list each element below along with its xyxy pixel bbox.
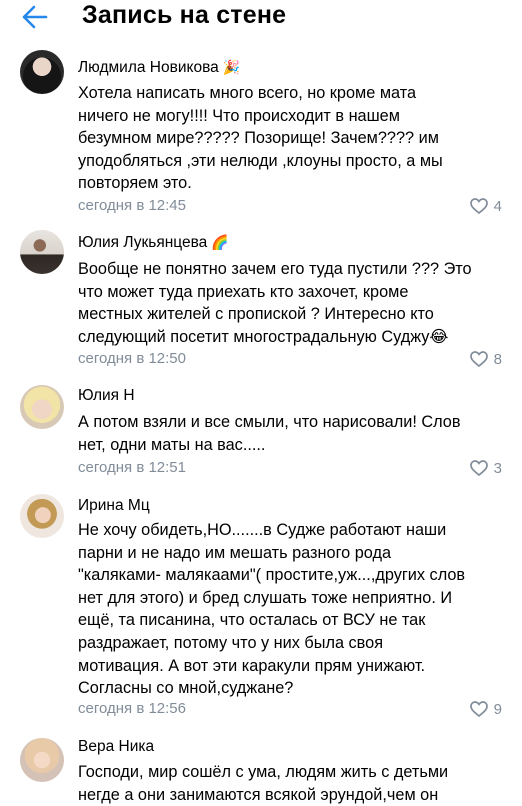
top-bar: Запись на стене	[0, 0, 522, 36]
comment-time[interactable]: сегодня в 12:45	[78, 197, 186, 214]
back-button[interactable]	[20, 4, 50, 30]
like-count: 4	[493, 197, 502, 215]
comment-time[interactable]: сегодня в 12:50	[78, 350, 186, 367]
comment-time[interactable]: сегодня в 12:56	[78, 700, 186, 717]
comment-text: А потом взяли и все смыли, что нарисовал…	[78, 413, 461, 454]
comment-time[interactable]: сегодня в 12:51	[78, 459, 186, 476]
avatar[interactable]	[20, 230, 64, 274]
comment-author[interactable]: Людмила Новикова 🎉	[78, 59, 240, 77]
comment-text: Не хочу обидеть,НО.......в Судже работаю…	[78, 521, 466, 698]
heart-icon	[469, 701, 488, 717]
heart-icon	[469, 351, 488, 367]
comment-text: Господи, мир сошёл с ума, людям жить с д…	[78, 763, 449, 804]
comment-text: Вообще не понятно зачем его туда пустили…	[78, 260, 472, 346]
avatar[interactable]	[20, 738, 64, 782]
like-count: 8	[493, 350, 502, 368]
comment-text: Хотела написать много всего, но кроме ма…	[78, 84, 443, 193]
like-button[interactable]: 8	[469, 349, 502, 369]
heart-icon	[469, 198, 488, 214]
avatar[interactable]	[20, 50, 64, 94]
party-emoji: 🎉	[222, 59, 241, 75]
comment-author[interactable]: Вера Ника	[78, 738, 154, 756]
comment-author[interactable]: Юлия Н	[78, 387, 135, 405]
avatar[interactable]	[20, 494, 64, 538]
like-button[interactable]: 3	[469, 458, 502, 478]
like-count: 9	[493, 700, 502, 718]
rainbow-emoji: 🌈	[211, 234, 229, 250]
page-title: Запись на стене	[82, 1, 287, 29]
comment-author[interactable]: Юлия Лукьянцева 🌈	[78, 234, 229, 252]
like-button[interactable]: 9	[469, 699, 502, 719]
avatar[interactable]	[20, 385, 64, 429]
like-button[interactable]: 4	[469, 196, 502, 216]
arrow-left-icon	[22, 5, 48, 29]
heart-icon	[469, 460, 488, 476]
like-count: 3	[493, 459, 502, 477]
comment-author[interactable]: Ирина Мц	[78, 497, 150, 515]
